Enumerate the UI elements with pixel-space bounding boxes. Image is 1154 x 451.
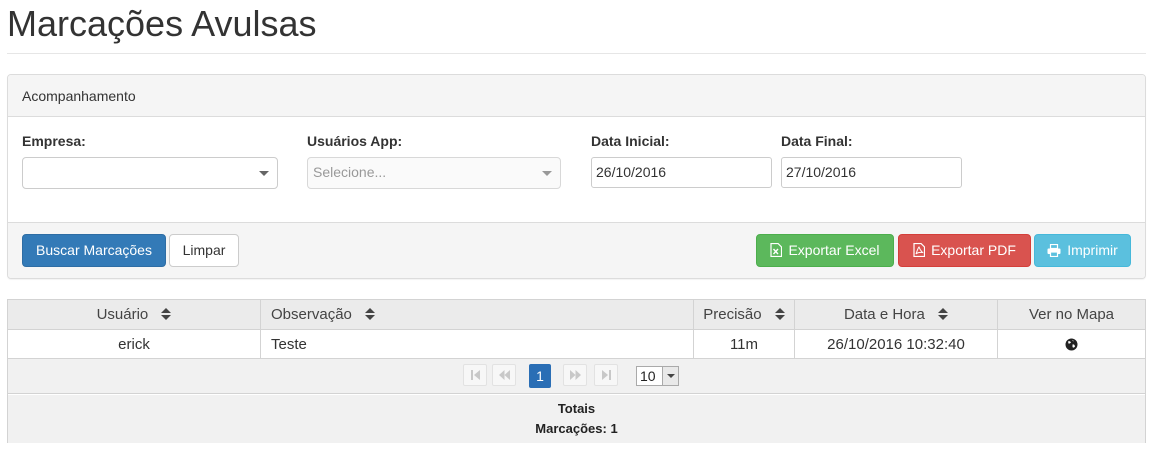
data-inicial-group: Data Inicial: 26/10/2016 <box>591 133 772 188</box>
rewind-icon <box>499 370 510 380</box>
exportar-excel-button[interactable]: Exportar Excel <box>756 234 894 267</box>
filter-panel: Acompanhamento Empresa: Usuários App: Se… <box>7 74 1146 279</box>
sort-icon <box>938 308 949 320</box>
grid-header: Usuário Observação Precisão Data e Hora … <box>8 300 1145 330</box>
panel-footer: Buscar Marcações Limpar Exportar Excel E… <box>8 222 1145 278</box>
col-ver-no-mapa-label: Ver no Mapa <box>1028 306 1115 323</box>
cell-data-hora: 26/10/2016 10:32:40 <box>794 330 997 358</box>
title-divider <box>7 53 1146 54</box>
col-precisao-label: Precisão <box>703 306 762 323</box>
usuarios-app-label: Usuários App: <box>307 133 403 149</box>
totals-footer: Totais Marcações: 1 <box>8 395 1145 443</box>
cell-precisao: 11m <box>693 330 794 358</box>
data-final-input[interactable]: 27/10/2016 <box>781 157 962 188</box>
data-inicial-input[interactable]: 26/10/2016 <box>591 157 772 188</box>
imprimir-label: Imprimir <box>1067 242 1118 258</box>
next-page-button[interactable] <box>563 364 587 386</box>
col-usuario-header[interactable]: Usuário <box>8 300 260 329</box>
data-final-label: Data Final: <box>781 133 853 149</box>
usuarios-app-group: Usuários App: Selecione... <box>307 133 561 189</box>
col-observacao-header[interactable]: Observação <box>260 300 693 329</box>
totals-title: Totais <box>557 401 596 416</box>
page-1-button[interactable]: 1 <box>529 364 551 388</box>
exportar-pdf-button[interactable]: Exportar PDF <box>898 234 1031 267</box>
page: Marcações Avulsas Acompanhamento Empresa… <box>0 0 1154 451</box>
col-precisao-header[interactable]: Precisão <box>693 300 794 329</box>
chevron-down-icon <box>259 171 269 176</box>
exportar-pdf-label: Exportar PDF <box>931 242 1016 258</box>
marcacoes-grid: Usuário Observação Precisão Data e Hora … <box>7 299 1146 443</box>
chevron-down-icon <box>542 171 552 176</box>
col-data-hora-header[interactable]: Data e Hora <box>794 300 997 329</box>
pager: 1 10 <box>8 359 1145 394</box>
globe-icon[interactable] <box>1065 338 1078 351</box>
cell-usuario: erick <box>118 336 150 353</box>
sort-icon <box>365 308 376 320</box>
cell-observacao: Teste <box>260 330 693 358</box>
table-row[interactable]: erick Teste 11m 26/10/2016 10:32:40 <box>8 330 1145 359</box>
sort-icon <box>161 308 172 320</box>
panel-heading: Acompanhamento <box>8 75 1145 117</box>
totals-marcacoes: Marcações: 1 <box>535 421 618 436</box>
limpar-label: Limpar <box>182 242 226 258</box>
empresa-label: Empresa: <box>22 133 86 149</box>
cell-ver-no-mapa <box>997 330 1145 358</box>
fast-forward-icon <box>570 370 581 380</box>
buscar-marcacoes-label: Buscar Marcações <box>36 242 152 258</box>
last-page-icon <box>602 370 611 380</box>
data-inicial-label: Data Inicial: <box>591 133 670 149</box>
usuarios-app-select[interactable]: Selecione... <box>307 157 561 189</box>
excel-file-icon <box>770 242 783 258</box>
page-size-select[interactable]: 10 <box>636 366 679 386</box>
print-icon <box>1047 243 1061 258</box>
pdf-file-icon <box>913 242 926 258</box>
sort-icon <box>774 308 785 320</box>
buscar-marcacoes-button[interactable]: Buscar Marcações <box>22 234 166 267</box>
page-title: Marcações Avulsas <box>7 3 317 44</box>
empresa-group: Empresa: <box>22 133 278 189</box>
exportar-excel-label: Exportar Excel <box>788 242 880 258</box>
page-size-value: 10 <box>640 368 656 384</box>
prev-page-button[interactable] <box>492 364 516 386</box>
first-page-button[interactable] <box>463 364 487 386</box>
col-data-hora-label: Data e Hora <box>843 306 925 323</box>
imprimir-button[interactable]: Imprimir <box>1034 234 1131 267</box>
limpar-button[interactable]: Limpar <box>169 234 239 267</box>
data-final-group: Data Final: 27/10/2016 <box>781 133 962 188</box>
empresa-select[interactable] <box>22 157 278 189</box>
chevron-down-icon <box>662 367 678 385</box>
col-usuario-label: Usuário <box>96 306 149 323</box>
last-page-button[interactable] <box>594 364 618 386</box>
col-ver-no-mapa-header: Ver no Mapa <box>997 300 1145 329</box>
first-page-icon <box>471 370 480 380</box>
usuarios-app-placeholder: Selecione... <box>313 164 387 180</box>
col-observacao-label: Observação <box>271 306 352 323</box>
